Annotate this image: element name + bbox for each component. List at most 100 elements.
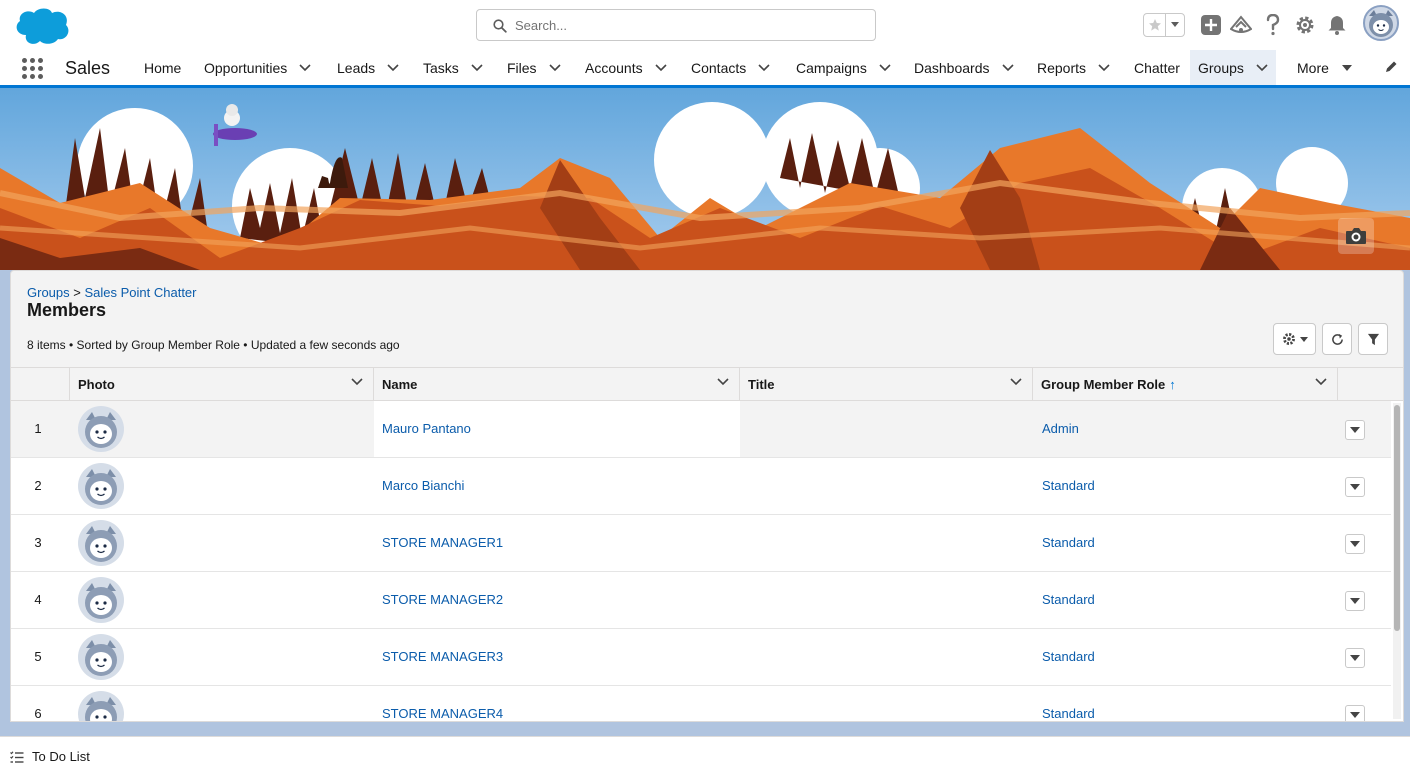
chevron-down-icon[interactable] <box>1256 63 1268 72</box>
breadcrumb-groups-link[interactable]: Groups <box>27 285 70 300</box>
member-name-link[interactable]: STORE MANAGER1 <box>382 535 503 550</box>
chevron-down-icon[interactable] <box>758 63 770 72</box>
nav-item-dashboards[interactable]: Dashboards <box>914 50 1014 85</box>
nav-item-groups[interactable]: Groups <box>1190 50 1276 88</box>
column-header-name[interactable]: Name <box>374 368 740 401</box>
trailhead-guide-icon[interactable] <box>1229 13 1253 37</box>
app-nav-bar: Sales Home Opportunities Leads Tasks Fil… <box>0 50 1410 88</box>
nav-item-campaigns[interactable]: Campaigns <box>796 50 891 85</box>
nav-item-reports[interactable]: Reports <box>1037 50 1110 85</box>
favorites-group <box>1143 13 1185 37</box>
column-label: Title <box>748 377 775 392</box>
member-photo-avatar[interactable] <box>78 406 124 452</box>
nav-item-home[interactable]: Home <box>144 50 181 85</box>
chevron-down-icon[interactable] <box>1010 378 1022 386</box>
member-role-link[interactable]: Standard <box>1042 649 1095 664</box>
table-scrollbar[interactable] <box>1393 403 1401 719</box>
update-banner-photo-button[interactable] <box>1338 218 1374 254</box>
member-role-link[interactable]: Admin <box>1042 421 1079 436</box>
nav-label: Reports <box>1037 59 1087 76</box>
chevron-down-icon[interactable] <box>351 378 363 386</box>
member-name-link[interactable]: Marco Bianchi <box>382 478 464 493</box>
search-input[interactable] <box>515 14 865 36</box>
caret-down-icon <box>1299 336 1308 342</box>
column-header-photo[interactable]: Photo <box>70 368 374 401</box>
nav-item-files[interactable]: Files <box>507 50 561 85</box>
global-search[interactable] <box>476 9 876 41</box>
nav-item-accounts[interactable]: Accounts <box>585 50 667 85</box>
chevron-down-icon[interactable] <box>1098 63 1110 72</box>
name-cell: Mauro Pantano <box>374 401 740 457</box>
member-photo-avatar[interactable] <box>78 634 124 680</box>
row-actions-button[interactable] <box>1345 477 1365 497</box>
page-title: Members <box>27 300 107 320</box>
caret-down-icon <box>1350 655 1360 661</box>
member-role-link[interactable]: Standard <box>1042 592 1095 607</box>
members-table: Photo Name Title Group Member Role ↑ 1 M… <box>11 367 1403 721</box>
member-role-link[interactable]: Standard <box>1042 706 1095 721</box>
member-role-link[interactable]: Standard <box>1042 478 1095 493</box>
nav-label: Accounts <box>585 59 643 76</box>
caret-down-icon <box>1350 598 1360 604</box>
task-list-icon <box>10 750 24 763</box>
caret-down-icon <box>1350 712 1360 718</box>
list-settings-button[interactable] <box>1273 323 1316 355</box>
refresh-button[interactable] <box>1322 323 1352 355</box>
nav-item-opportunities[interactable]: Opportunities <box>204 50 311 85</box>
global-actions-plus-icon[interactable] <box>1199 13 1223 37</box>
setup-gear-icon[interactable] <box>1293 13 1317 37</box>
to-do-list-label: To Do List <box>32 749 90 764</box>
row-actions-button[interactable] <box>1345 534 1365 554</box>
nav-label: Chatter <box>1134 59 1180 76</box>
member-photo-avatar[interactable] <box>78 577 124 623</box>
nav-item-contacts[interactable]: Contacts <box>691 50 770 85</box>
nav-item-chatter[interactable]: Chatter <box>1134 50 1180 85</box>
favorites-dropdown-icon[interactable] <box>1166 14 1184 36</box>
chevron-down-icon[interactable] <box>299 63 311 72</box>
gear-icon <box>1282 333 1295 345</box>
table-row: 2 Marco Bianchi Standard <box>11 458 1391 515</box>
nav-item-more[interactable]: More <box>1297 50 1353 85</box>
chevron-down-icon[interactable] <box>387 63 399 72</box>
nav-item-tasks[interactable]: Tasks <box>423 50 483 85</box>
chevron-down-icon[interactable] <box>879 63 891 72</box>
chevron-down-icon[interactable] <box>655 63 667 72</box>
member-photo-avatar[interactable] <box>78 520 124 566</box>
user-avatar[interactable] <box>1363 5 1399 41</box>
chevron-down-icon[interactable] <box>1315 378 1327 386</box>
caret-down-icon[interactable] <box>1341 64 1353 72</box>
member-photo-avatar[interactable] <box>78 691 124 721</box>
chevron-down-icon[interactable] <box>471 63 483 72</box>
edit-nav-pencil-icon[interactable] <box>1384 60 1398 77</box>
row-actions-button[interactable] <box>1345 648 1365 668</box>
help-icon[interactable] <box>1261 13 1285 37</box>
chevron-down-icon[interactable] <box>548 63 561 72</box>
member-name-link[interactable]: STORE MANAGER2 <box>382 592 503 607</box>
member-name-link[interactable]: STORE MANAGER3 <box>382 649 503 664</box>
column-header-title[interactable]: Title <box>740 368 1033 401</box>
column-header-group-member-role[interactable]: Group Member Role ↑ <box>1033 368 1338 401</box>
member-name-link[interactable]: STORE MANAGER4 <box>382 706 503 721</box>
chevron-down-icon[interactable] <box>717 378 729 386</box>
row-actions-button[interactable] <box>1345 420 1365 440</box>
filter-button[interactable] <box>1358 323 1388 355</box>
member-name-link[interactable]: Mauro Pantano <box>382 421 471 436</box>
nav-label: Campaigns <box>796 59 867 76</box>
scrollbar-thumb[interactable] <box>1394 405 1400 631</box>
camera-icon <box>1346 228 1366 244</box>
salesforce-logo[interactable] <box>12 5 72 47</box>
member-photo-avatar[interactable] <box>78 463 124 509</box>
row-actions-button[interactable] <box>1345 705 1365 721</box>
app-launcher-icon[interactable] <box>22 58 44 80</box>
nav-item-leads[interactable]: Leads <box>337 50 399 85</box>
favorites-star-icon[interactable] <box>1144 14 1166 36</box>
member-role-link[interactable]: Standard <box>1042 535 1095 550</box>
name-cell: STORE MANAGER2 <box>374 572 740 628</box>
chevron-down-icon[interactable] <box>1001 63 1014 72</box>
table-row: 3 STORE MANAGER1 Standard <box>11 515 1391 572</box>
row-actions-button[interactable] <box>1345 591 1365 611</box>
notifications-bell-icon[interactable] <box>1325 13 1349 37</box>
breadcrumb-group-link[interactable]: Sales Point Chatter <box>84 285 196 300</box>
row-number: 6 <box>34 706 42 721</box>
to-do-list-button[interactable]: To Do List <box>10 749 90 764</box>
